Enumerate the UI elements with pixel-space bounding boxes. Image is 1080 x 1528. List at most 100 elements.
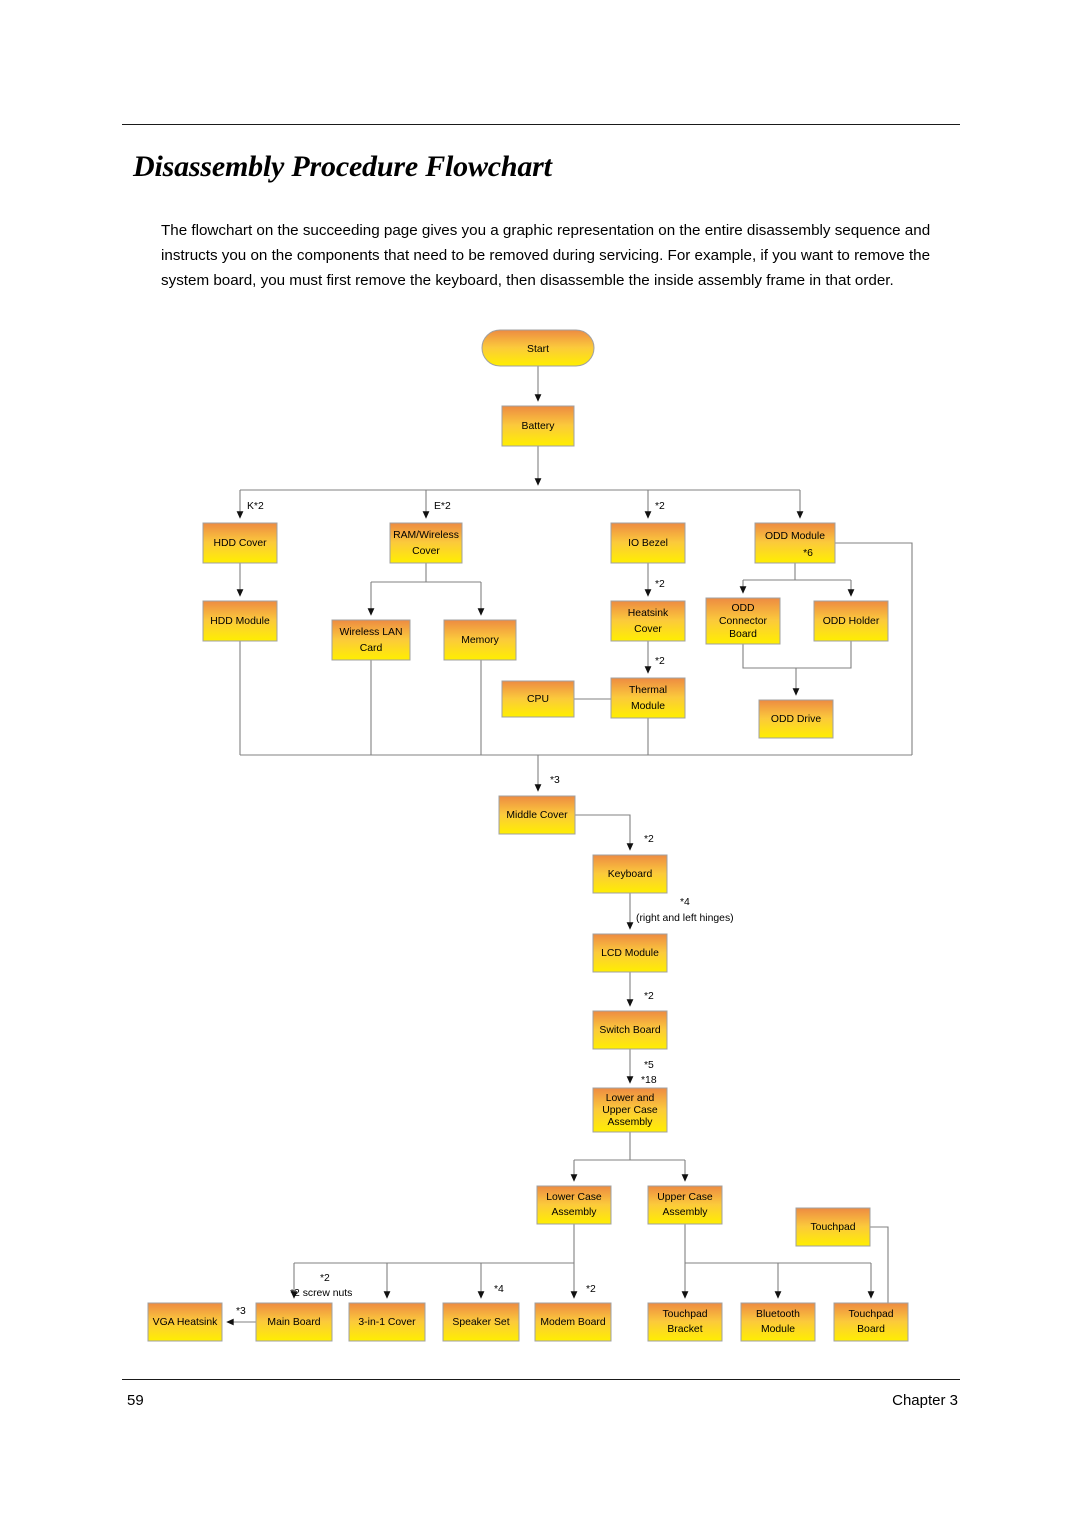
node-upper-case-label-line1: Upper Case bbox=[657, 1192, 713, 1203]
node-ram-wireless-cover[interactable]: RAM/Wireless Cover bbox=[389, 522, 463, 564]
node-vga-heatsink[interactable]: VGA Heatsink bbox=[147, 1302, 223, 1342]
node-odd-holder[interactable]: ODD Holder bbox=[813, 600, 889, 642]
node-modem-board-label: Modem Board bbox=[540, 1317, 605, 1328]
node-odd-drive-label: ODD Drive bbox=[771, 714, 821, 725]
node-touchpad-board-label-line1: Touchpad bbox=[848, 1309, 893, 1320]
node-io-bezel[interactable]: IO Bezel bbox=[610, 522, 686, 564]
node-main-board[interactable]: Main Board bbox=[255, 1302, 333, 1342]
edge-label-switchboard-2: *2 bbox=[644, 991, 654, 1002]
node-hdd-cover-label: HDD Cover bbox=[213, 538, 267, 549]
footer-rule bbox=[122, 1379, 960, 1380]
edge-label-lowerupper-18: *18 bbox=[641, 1075, 657, 1086]
edge-label-thermal-2: *2 bbox=[655, 656, 665, 667]
footer-page-number: 59 bbox=[127, 1392, 144, 1409]
node-bluetooth-module-label-line1: Bluetooth bbox=[756, 1309, 800, 1320]
bus-odd-merge bbox=[742, 641, 852, 669]
intro-paragraph: The flowchart on the succeeding page giv… bbox=[161, 222, 931, 290]
node-wireless-lan-card-label-line1: Wireless LAN bbox=[340, 627, 403, 638]
node-thermal-module-label-line2: Module bbox=[631, 701, 665, 712]
node-middle-cover-label: Middle Cover bbox=[506, 810, 568, 821]
node-vga-heatsink-label: VGA Heatsink bbox=[153, 1317, 218, 1328]
node-odd-connector-board[interactable]: ODD Connector Board bbox=[705, 597, 781, 645]
header-rule bbox=[122, 124, 960, 125]
node-thermal-module-label-line1: Thermal bbox=[629, 685, 667, 696]
node-thermal-module[interactable]: Thermal Module bbox=[610, 677, 686, 719]
node-speaker-set[interactable]: Speaker Set bbox=[442, 1302, 520, 1342]
node-odd-module-label: ODD Module bbox=[765, 531, 825, 542]
node-lcd-module-label: LCD Module bbox=[601, 948, 659, 959]
node-io-bezel-label: IO Bezel bbox=[628, 538, 668, 549]
node-upper-case-assembly[interactable]: Upper Case Assembly bbox=[647, 1185, 723, 1225]
node-touchpad-bracket[interactable]: Touchpad Bracket bbox=[647, 1302, 723, 1342]
node-switch-board-label: Switch Board bbox=[599, 1025, 660, 1036]
node-odd-connector-board-label-line1: ODD bbox=[731, 603, 754, 614]
node-lower-case-assembly[interactable]: Lower Case Assembly bbox=[536, 1185, 612, 1225]
node-lower-case-label-line1: Lower Case bbox=[546, 1192, 602, 1203]
node-modem-board[interactable]: Modem Board bbox=[534, 1302, 612, 1342]
edge-label-screw-nuts: *2 screw nuts bbox=[290, 1288, 352, 1299]
node-odd-holder-label: ODD Holder bbox=[823, 616, 880, 627]
edge-label-vga-3: *3 bbox=[236, 1306, 246, 1317]
node-touchpad-bracket-label-line1: Touchpad bbox=[662, 1309, 707, 1320]
node-heatsink-cover-label-line2: Cover bbox=[634, 624, 662, 635]
edge-touchpad-touchpadboard bbox=[870, 1226, 889, 1303]
node-lower-case-label-line2: Assembly bbox=[551, 1207, 597, 1218]
edge-label-keyboard-2: *2 bbox=[644, 834, 654, 845]
node-lower-upper-label-line3: Assembly bbox=[607, 1117, 653, 1128]
node-odd-module[interactable]: ODD Module *6 bbox=[754, 522, 836, 564]
node-cpu[interactable]: CPU bbox=[501, 680, 575, 718]
node-lower-upper-label-line1: Lower and bbox=[606, 1093, 655, 1104]
edge-label-io-2: *2 bbox=[655, 501, 665, 512]
node-keyboard-label: Keyboard bbox=[608, 869, 653, 880]
node-upper-case-label-line2: Assembly bbox=[662, 1207, 708, 1218]
node-lower-upper-label-line2: Upper Case bbox=[602, 1105, 658, 1116]
node-odd-connector-board-label-line2: Connector bbox=[719, 616, 767, 627]
node-hdd-module[interactable]: HDD Module bbox=[202, 600, 278, 642]
node-hdd-cover[interactable]: HDD Cover bbox=[202, 522, 278, 564]
node-bluetooth-module-label-line2: Module bbox=[761, 1324, 795, 1335]
edge-label-mainboard-2: *2 bbox=[320, 1273, 330, 1284]
node-memory-label: Memory bbox=[461, 635, 499, 646]
node-battery[interactable]: Battery bbox=[501, 405, 575, 447]
node-keyboard[interactable]: Keyboard bbox=[592, 854, 668, 894]
node-cpu-label: CPU bbox=[527, 694, 549, 705]
node-lcd-module[interactable]: LCD Module bbox=[592, 933, 668, 973]
footer-chapter: Chapter 3 bbox=[892, 1392, 958, 1409]
node-wireless-lan-card[interactable]: Wireless LAN Card bbox=[331, 619, 411, 661]
edge-label-modemboard-2: *2 bbox=[586, 1284, 596, 1295]
node-3-in-1-cover-label: 3-in-1 Cover bbox=[358, 1317, 416, 1328]
node-switch-board[interactable]: Switch Board bbox=[592, 1010, 668, 1050]
edge-label-middlecover-3: *3 bbox=[550, 775, 560, 786]
node-battery-label: Battery bbox=[522, 421, 556, 432]
edge-label-hinges: (right and left hinges) bbox=[636, 913, 734, 924]
node-wireless-lan-card-label-line2: Card bbox=[360, 643, 383, 654]
node-start-label: Start bbox=[527, 344, 549, 355]
edge-label-layer: K*2 E*2 *2 *2 *2 *3 *2 *4 (right and lef… bbox=[236, 501, 734, 1317]
document-page: Disassembly Procedure Flowchart The flow… bbox=[0, 0, 1080, 1528]
node-odd-drive[interactable]: ODD Drive bbox=[758, 699, 834, 739]
node-memory[interactable]: Memory bbox=[443, 619, 517, 661]
node-hdd-module-label: HDD Module bbox=[210, 616, 270, 627]
node-start[interactable]: Start bbox=[481, 329, 595, 367]
edge-label-lcd-4: *4 bbox=[680, 897, 690, 908]
node-heatsink-cover-label-line1: Heatsink bbox=[628, 608, 669, 619]
node-lower-and-upper-case-assembly[interactable]: Lower and Upper Case Assembly bbox=[592, 1087, 668, 1133]
node-odd-module-sublabel: *6 bbox=[803, 548, 813, 559]
node-layer: Start Battery HDD Cover HDD Module RAM/W bbox=[147, 329, 909, 1342]
node-heatsink-cover[interactable]: Heatsink Cover bbox=[610, 600, 686, 642]
node-ram-wireless-cover-label-line1: RAM/Wireless bbox=[393, 530, 459, 541]
edge-label-e2: E*2 bbox=[434, 501, 451, 512]
node-ram-wireless-cover-label-line2: Cover bbox=[412, 546, 440, 557]
node-touchpad[interactable]: Touchpad bbox=[795, 1207, 871, 1247]
edge-label-speakerset-4: *4 bbox=[494, 1284, 504, 1295]
node-odd-connector-board-label-line3: Board bbox=[729, 629, 757, 640]
node-middle-cover[interactable]: Middle Cover bbox=[498, 795, 576, 835]
page-title: Disassembly Procedure Flowchart bbox=[133, 150, 552, 183]
node-3-in-1-cover[interactable]: 3-in-1 Cover bbox=[348, 1302, 426, 1342]
edge-label-lowerupper-5: *5 bbox=[644, 1060, 654, 1071]
edge-label-heatsink-2: *2 bbox=[655, 579, 665, 590]
node-touchpad-board[interactable]: Touchpad Board bbox=[833, 1302, 909, 1342]
node-touchpad-label: Touchpad bbox=[810, 1222, 855, 1233]
node-bluetooth-module[interactable]: Bluetooth Module bbox=[740, 1302, 816, 1342]
node-main-board-label: Main Board bbox=[267, 1317, 320, 1328]
